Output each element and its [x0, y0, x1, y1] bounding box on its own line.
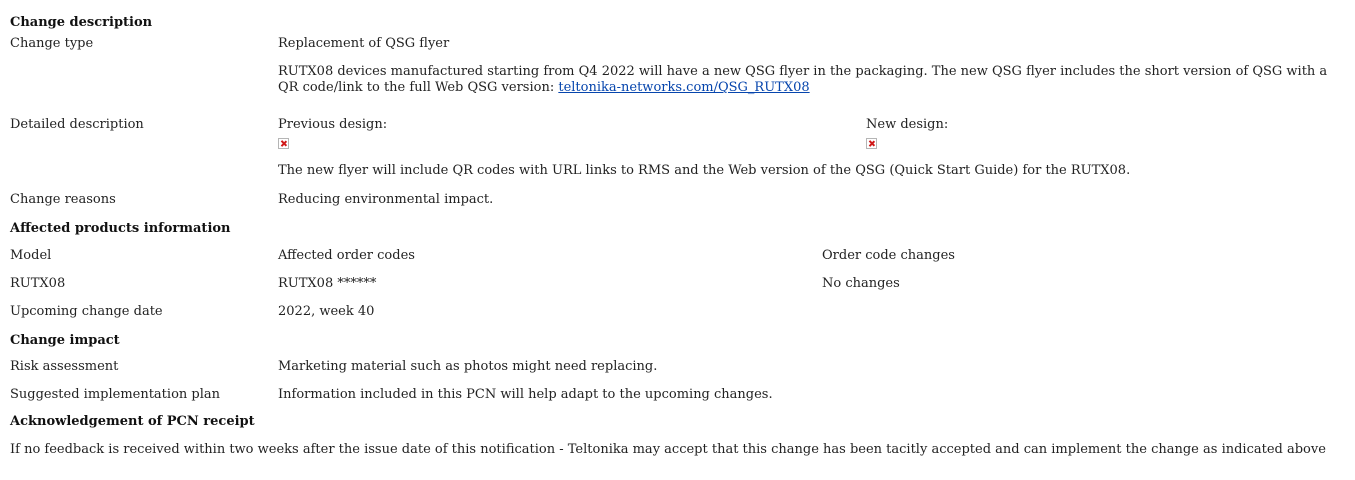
table-cell-order-code-changes: No changes	[822, 276, 900, 291]
acknowledgement-text: If no feedback is received within two we…	[10, 442, 1326, 457]
change-reasons-value: Reducing environmental impact.	[278, 192, 494, 207]
table-cell-model: RUTX08	[10, 276, 66, 291]
column-header-affected-order-codes: Affected order codes	[278, 248, 415, 263]
implementation-plan-value: Information included in this PCN will he…	[278, 387, 773, 402]
previous-design-label: Previous design:	[278, 117, 388, 132]
broken-image-icon	[278, 138, 289, 149]
change-type-value: Replacement of QSG flyer	[278, 36, 450, 51]
change-reasons-label: Change reasons	[10, 192, 116, 207]
broken-image-icon	[866, 138, 877, 149]
column-header-order-code-changes: Order code changes	[822, 248, 955, 263]
section-header-change-impact: Change impact	[10, 333, 120, 348]
upcoming-change-date-label: Upcoming change date	[10, 304, 163, 319]
upcoming-change-date-value: 2022, week 40	[278, 304, 375, 319]
qsg-link[interactable]: teltonika-networks.com/QSG_RUTX08	[558, 80, 809, 95]
new-design-label: New design:	[866, 117, 949, 132]
section-header-affected-products: Affected products information	[10, 221, 231, 236]
column-header-model: Model	[10, 248, 52, 263]
change-type-detail: RUTX08 devices manufactured starting fro…	[278, 64, 1348, 96]
detailed-description-text: The new flyer will include QR codes with…	[278, 163, 1131, 178]
section-header-acknowledgement: Acknowledgement of PCN receipt	[10, 414, 255, 429]
implementation-plan-label: Suggested implementation plan	[10, 387, 220, 402]
risk-assessment-label: Risk assessment	[10, 359, 119, 374]
table-cell-order-codes: RUTX08 ******	[278, 276, 377, 291]
detailed-description-label: Detailed description	[10, 117, 144, 132]
change-type-label: Change type	[10, 36, 94, 51]
risk-assessment-value: Marketing material such as photos might …	[278, 359, 658, 374]
section-header-change-description: Change description	[10, 15, 153, 30]
